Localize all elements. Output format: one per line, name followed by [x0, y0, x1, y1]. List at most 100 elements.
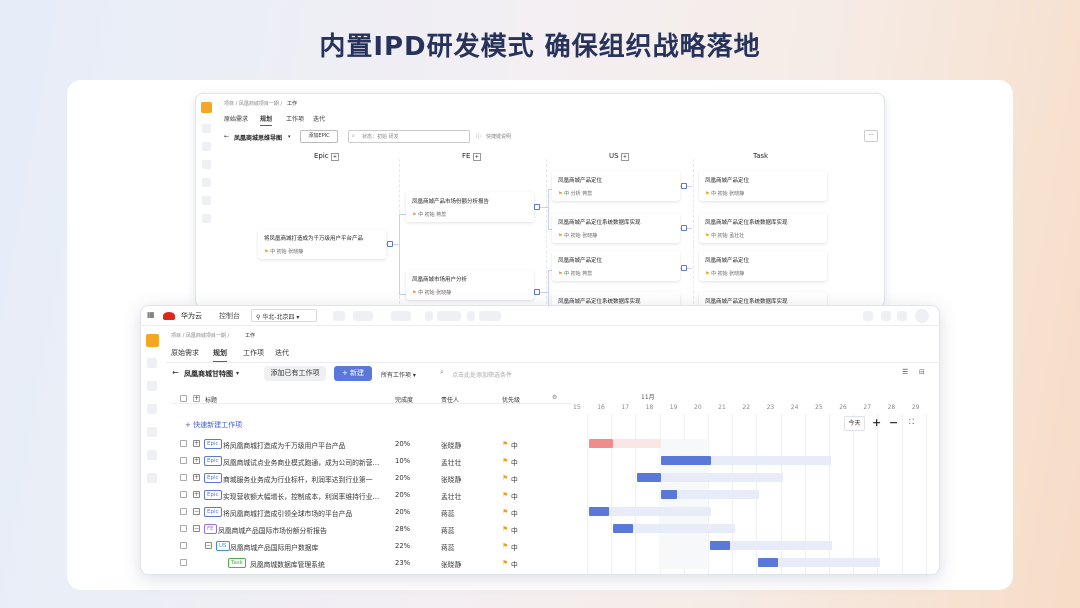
collapse-toggle[interactable] — [681, 225, 687, 231]
tab-iterations[interactable]: 迭代 — [313, 114, 325, 123]
nav-icon[interactable] — [147, 358, 157, 368]
quick-add-link[interactable]: + 快速新建工作项 — [185, 420, 242, 430]
row-checkbox[interactable] — [180, 474, 187, 481]
chevron-down-icon[interactable]: ▾ — [288, 134, 291, 140]
region-select[interactable]: ⚲ 华北-北京四 ▾ — [251, 309, 317, 322]
table-row[interactable]: − Epic 将凤凰商城打造成引领全球市场的平台产品 20% 蒋蕊 ⚑ 中 — [171, 504, 571, 521]
toolbar-placeholder[interactable] — [897, 311, 907, 321]
row-checkbox[interactable] — [180, 542, 187, 549]
back-arrow-icon[interactable]: ← — [172, 368, 179, 377]
avatar[interactable] — [915, 309, 929, 323]
nav-icon[interactable] — [147, 473, 157, 483]
row-checkbox[interactable] — [180, 457, 187, 464]
collapse-toggle[interactable] — [387, 241, 393, 247]
table-row[interactable]: − FE 凤凰商城产品国际市场份额分析报告 28% 蒋蕊 ⚑ 中 — [171, 521, 571, 538]
mindmap-node-task[interactable]: 凤凰商城产品定位 ⚑ 中 初始 张晓静 — [699, 251, 827, 281]
nav-icon[interactable] — [202, 214, 211, 223]
collapse-toggle[interactable] — [534, 289, 540, 295]
expand-toggle-icon[interactable]: − — [205, 542, 212, 549]
gantt-bar[interactable] — [710, 541, 730, 550]
row-title[interactable]: 凤凰商城产品国际市场份额分析报告 — [218, 525, 327, 535]
row-title[interactable]: 将凤凰商城打造成引领全球市场的平台产品 — [223, 508, 352, 518]
row-checkbox[interactable] — [180, 440, 187, 447]
expand-toggle-icon[interactable]: − — [193, 525, 200, 532]
fullscreen-icon[interactable]: ⛶ — [909, 418, 914, 427]
add-epic-button[interactable]: 添加EPIC — [300, 130, 338, 143]
nav-icon[interactable] — [147, 404, 157, 414]
all-items-select[interactable]: 所有工作项 ▾ — [381, 370, 416, 379]
select-all-checkbox[interactable] — [180, 395, 187, 402]
tab-work-items[interactable]: 工作项 — [243, 348, 264, 358]
expand-toggle-icon[interactable]: + — [193, 440, 200, 447]
shortcut-link[interactable]: 快捷键说明 — [486, 133, 511, 140]
mindmap-node-task[interactable]: 凤凰商城产品定位系统数据库实现 ⚑ 中 初始 孟壮壮 — [699, 213, 827, 243]
nav-icon[interactable] — [202, 160, 211, 169]
row-title[interactable]: 凤凰商城产品国际用户数据库 — [230, 542, 318, 552]
mindmap-node-fe[interactable]: 凤凰商城市场用户分析 ⚑ 中 初始 张晓静 — [406, 270, 534, 300]
zoom-in-icon[interactable]: + — [872, 416, 881, 429]
row-checkbox[interactable] — [180, 525, 187, 532]
toolbar-placeholder[interactable] — [353, 311, 373, 321]
app-grid-icon[interactable]: ▦ — [147, 310, 155, 319]
today-button[interactable]: 今天 — [844, 416, 865, 431]
tab-requirements[interactable]: 原始需求 — [224, 114, 248, 123]
table-row[interactable]: Task 凤凰商城数据库管理系统 23% 张晓静 ⚑ 中 — [171, 555, 571, 572]
nav-icon[interactable] — [202, 124, 211, 133]
tab-requirements[interactable]: 原始需求 — [171, 348, 199, 358]
toolbar-placeholder[interactable] — [425, 311, 433, 321]
chevron-down-icon[interactable]: ▾ — [236, 370, 239, 377]
row-checkbox[interactable] — [180, 559, 187, 566]
nav-icon[interactable] — [202, 142, 211, 151]
toolbar-placeholder[interactable] — [333, 311, 345, 321]
tab-planning[interactable]: 规划 — [213, 348, 227, 362]
expand-toggle-icon[interactable]: + — [193, 491, 200, 498]
table-row[interactable]: + Epic 将凤凰商城打造成为千万级用户平台产品 20% 张晓静 ⚑ 中 — [171, 436, 571, 453]
row-title[interactable]: 将凤凰商城打造成为千万级用户平台产品 — [223, 440, 345, 450]
gantt-view-icon[interactable]: ⊟ — [919, 368, 925, 376]
collapse-toggle[interactable] — [534, 204, 540, 210]
breadcrumb[interactable]: 项目 / 凤凰商城项目一期 / — [171, 332, 229, 339]
mindmap-node-us[interactable]: 凤凰商城产品定位 ⚑ 中 分析 蒋蕊 — [552, 171, 680, 201]
nav-icon[interactable] — [147, 450, 157, 460]
expand-toggle-icon[interactable]: + — [193, 474, 200, 481]
more-icon[interactable]: ··· — [864, 130, 878, 142]
mindmap-node-us[interactable]: 凤凰商城产品定位系统数据库实现 ⚑ 中 初始 张晓静 — [552, 213, 680, 243]
collapse-toggle[interactable] — [681, 183, 687, 189]
list-view-icon[interactable]: ☰ — [902, 368, 908, 376]
row-title[interactable]: 商城服务业务成为行业标杆，利润率达到行业第一 — [223, 474, 373, 484]
mindmap-node-task[interactable]: 凤凰商城产品定位 ⚑ 中 初始 张晓静 — [699, 171, 827, 201]
new-button[interactable]: + 新建 — [334, 366, 372, 381]
tab-work-items[interactable]: 工作项 — [286, 114, 304, 123]
toolbar-placeholder[interactable] — [467, 311, 475, 321]
nav-icon[interactable] — [147, 381, 157, 391]
row-checkbox[interactable] — [180, 508, 187, 515]
toolbar-placeholder[interactable] — [479, 311, 501, 321]
toolbar-placeholder[interactable] — [391, 311, 411, 321]
row-checkbox[interactable] — [180, 491, 187, 498]
console-link[interactable]: 控制台 — [219, 311, 240, 321]
gantt-bar[interactable] — [589, 439, 613, 448]
expand-all-icon[interactable]: + — [193, 395, 200, 402]
help-icon[interactable]: ⓘ — [476, 133, 481, 140]
gantt-bar[interactable] — [637, 473, 661, 482]
gantt-bar[interactable] — [661, 456, 711, 465]
expand-toggle-icon[interactable]: + — [193, 457, 200, 464]
mindmap-node-fe[interactable]: 凤凰商城产品市场份额分析报告 ⚑ 中 初始 蒋蕊 — [406, 192, 534, 222]
nav-icon[interactable] — [202, 178, 211, 187]
add-existing-button[interactable]: 添加已有工作项 — [264, 366, 326, 381]
collapse-toggle[interactable] — [681, 265, 687, 271]
tab-iterations[interactable]: 迭代 — [275, 348, 289, 358]
settings-icon[interactable]: ⚙ — [552, 394, 557, 401]
gantt-bar[interactable] — [613, 524, 633, 533]
row-title[interactable]: 凤凰商城试点业务商业模式跑通，成为公司的新营… — [223, 457, 379, 467]
nav-icon[interactable] — [147, 427, 157, 437]
zoom-out-icon[interactable]: − — [889, 416, 898, 429]
expand-toggle-icon[interactable]: − — [193, 508, 200, 515]
breadcrumb[interactable]: 项目 / 凤凰商城项目一期 / — [224, 100, 282, 107]
table-row[interactable]: − US 凤凰商城产品国际用户数据库 22% 蒋蕊 ⚑ 中 — [171, 538, 571, 555]
table-row[interactable]: + Epic 凤凰商城试点业务商业模式跑通，成为公司的新营… 10% 孟壮壮 ⚑ 中 — [171, 453, 571, 470]
nav-icon[interactable] — [202, 196, 211, 205]
filter-input[interactable]: 点击此处添加筛选条件 — [452, 370, 512, 379]
back-arrow-icon[interactable]: ← — [224, 133, 229, 140]
gantt-bar[interactable] — [758, 558, 778, 567]
